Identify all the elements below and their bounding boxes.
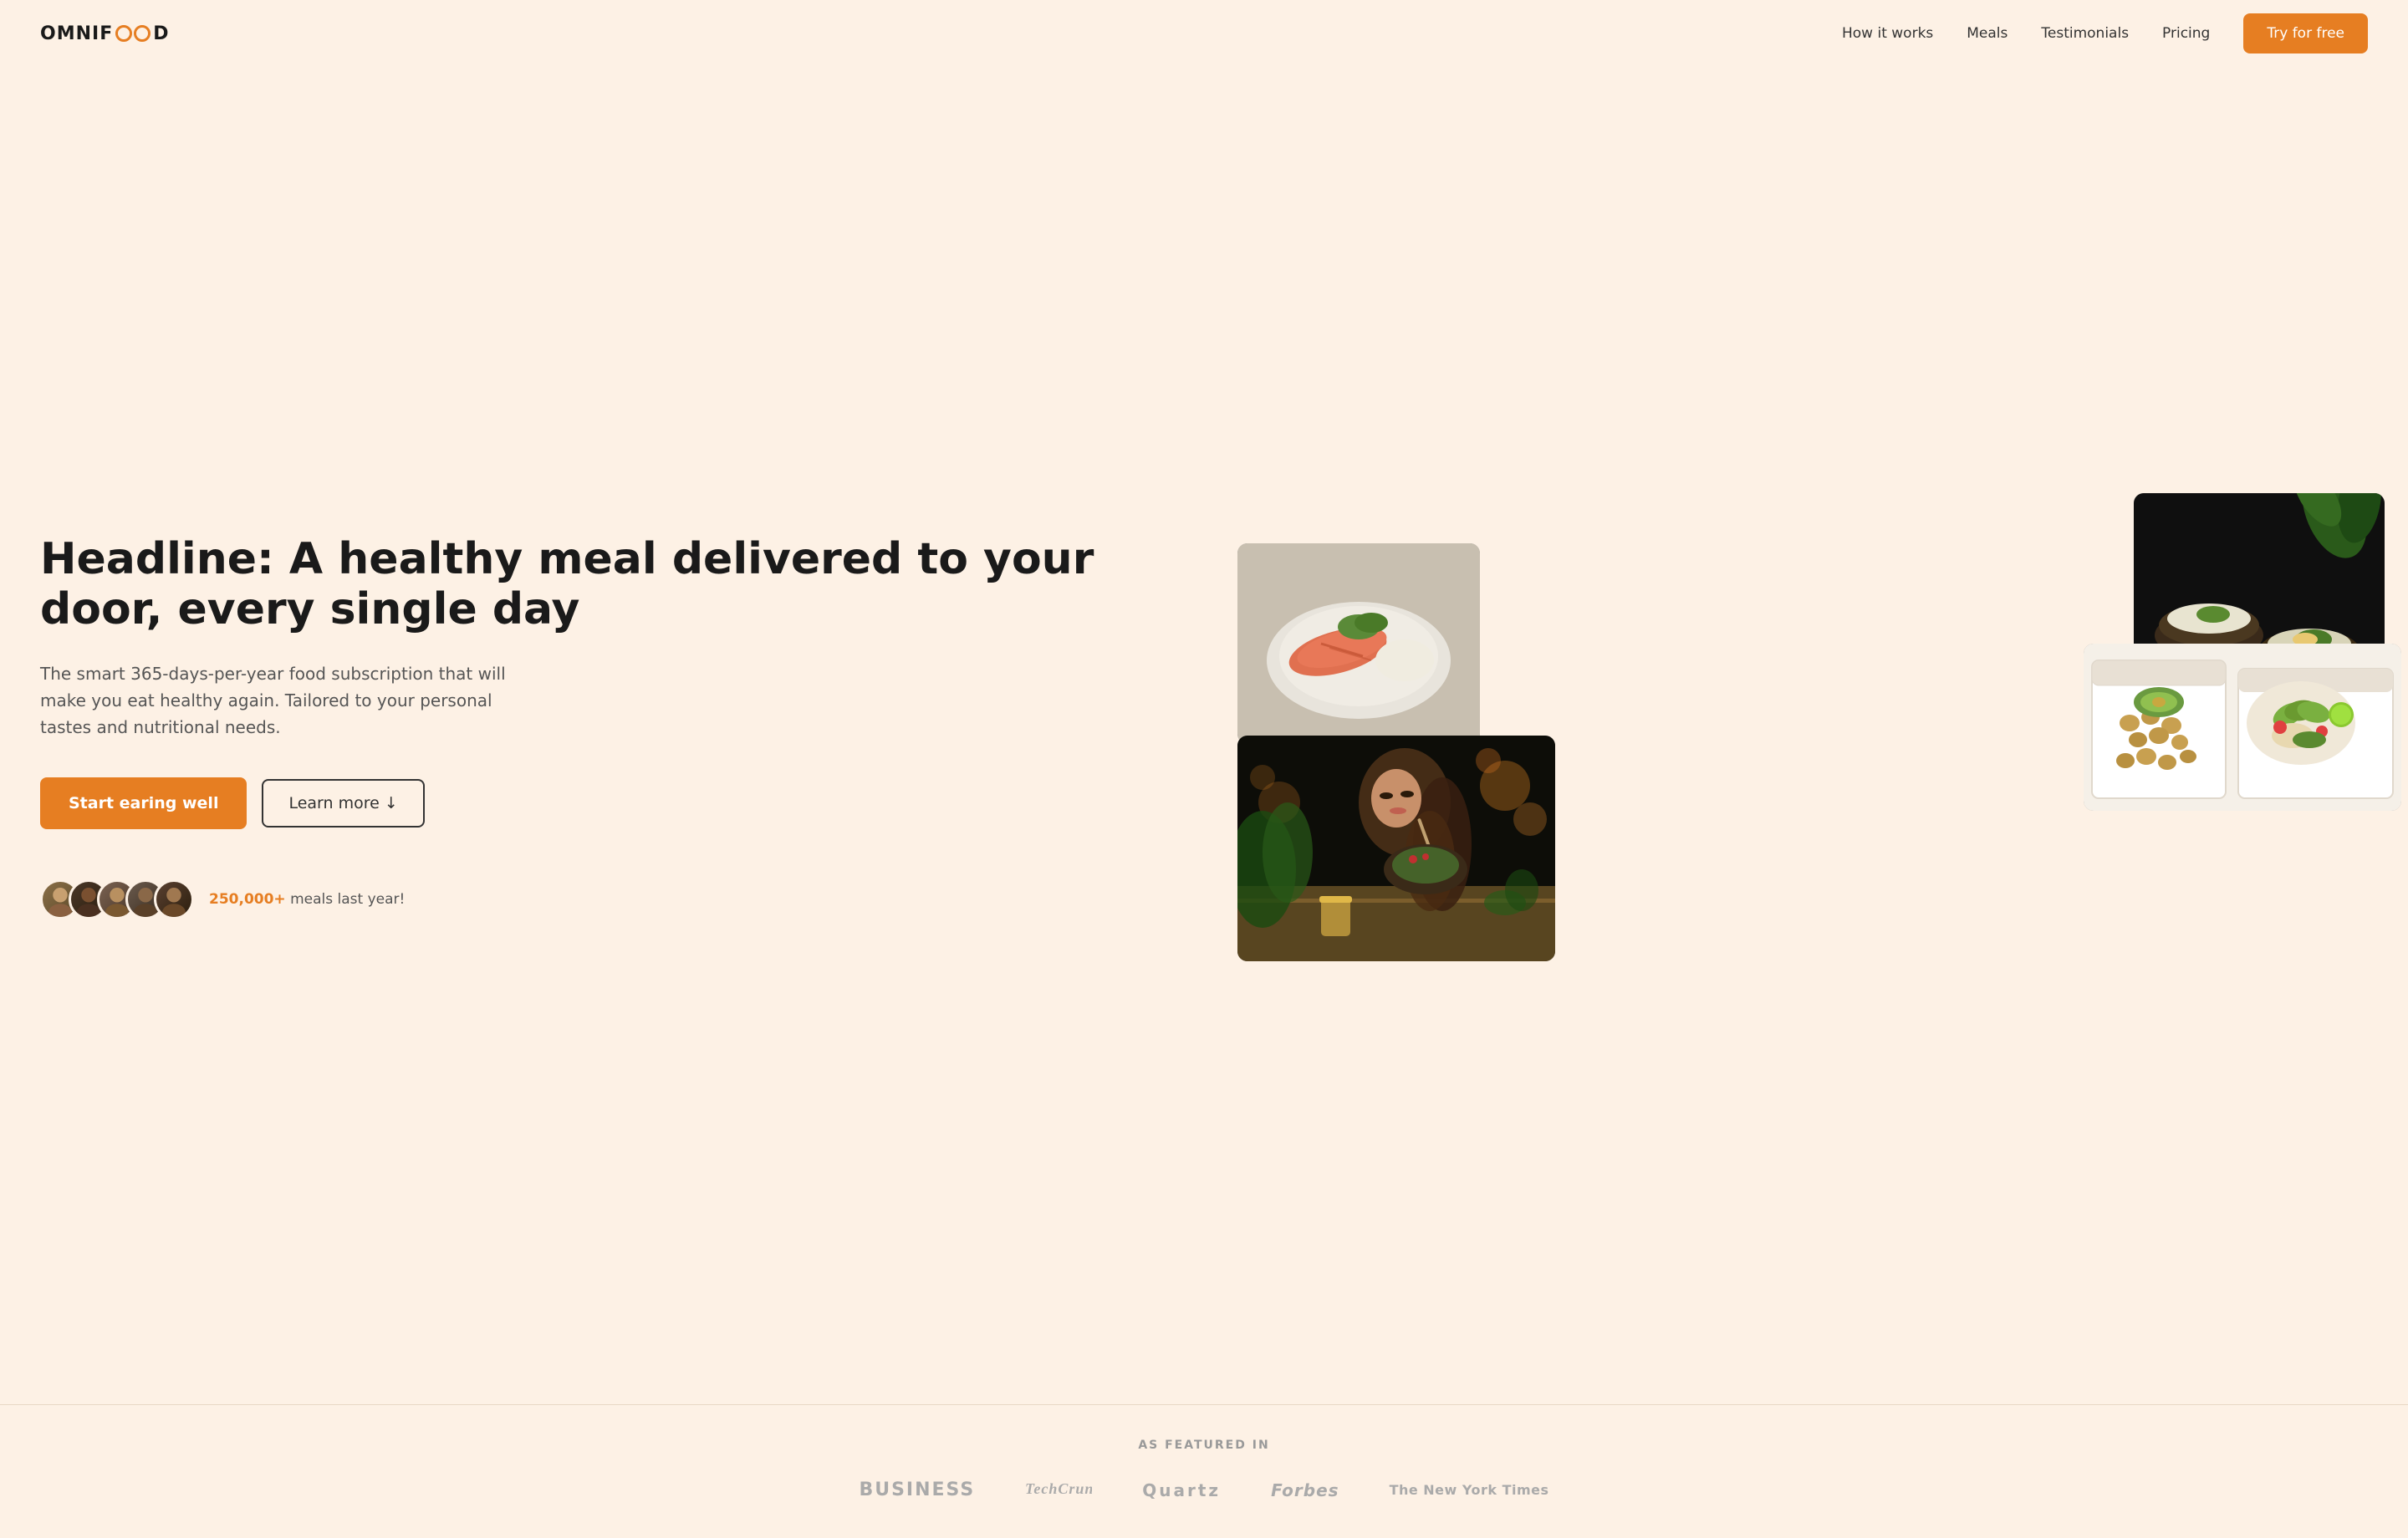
social-proof-suffix: meals last year! xyxy=(286,891,406,908)
logo-icon xyxy=(115,25,151,42)
nav-item-pricing[interactable]: Pricing xyxy=(2162,25,2210,42)
hero-content: Headline: A healthy meal delivered to yo… xyxy=(40,535,1204,919)
nav-link-how-it-works[interactable]: How it works xyxy=(1842,25,1933,42)
logo: OMNIF D xyxy=(40,23,170,44)
nav-item-how-it-works[interactable]: How it works xyxy=(1842,25,1933,42)
hero-title: Headline: A healthy meal delivered to yo… xyxy=(40,535,1204,635)
start-eating-well-button[interactable]: Start earing well xyxy=(40,777,247,829)
featured-logo-0: BUSINESS xyxy=(859,1479,975,1500)
featured-label: AS FEATURED IN xyxy=(40,1439,2368,1452)
avatar-5 xyxy=(154,879,194,919)
nav-cta-button[interactable]: Try for free xyxy=(2243,13,2368,53)
navbar: OMNIF D How it works Meals Testimonials … xyxy=(0,0,2408,67)
learn-more-button[interactable]: Learn more ↓ xyxy=(262,779,424,828)
hero-section: Headline: A healthy meal delivered to yo… xyxy=(0,67,2408,1404)
food-image-containers xyxy=(2084,644,2401,811)
logo-circle-left xyxy=(115,25,132,42)
featured-logos: BUSINESS TechCrunch Quartz Forbes The Ne… xyxy=(40,1475,2368,1505)
nav-links: How it works Meals Testimonials Pricing … xyxy=(1842,25,2368,42)
meal-count: 250,000+ xyxy=(209,891,286,908)
nav-item-testimonials[interactable]: Testimonials xyxy=(2041,25,2129,42)
hero-images xyxy=(1237,493,2401,961)
featured-logo-4: The New York Times xyxy=(1390,1482,1549,1498)
image-collage xyxy=(1237,493,2401,961)
hero-description: The smart 365-days-per-year food subscri… xyxy=(40,660,508,741)
featured-section: AS FEATURED IN BUSINESS TechCrunch Quart… xyxy=(0,1404,2408,1538)
social-proof-text: 250,000+ meals last year! xyxy=(209,891,405,908)
social-proof: 250,000+ meals last year! xyxy=(40,879,1204,919)
nav-item-meals[interactable]: Meals xyxy=(1967,25,2008,42)
nav-link-meals[interactable]: Meals xyxy=(1967,25,2008,42)
featured-logo-3: Forbes xyxy=(1271,1480,1339,1500)
logo-text-after: D xyxy=(153,23,169,44)
featured-logo-2: Quartz xyxy=(1142,1480,1221,1500)
logo-text-before: OMNIF xyxy=(40,23,113,44)
food-image-salmon xyxy=(1237,543,1480,744)
nav-link-pricing[interactable]: Pricing xyxy=(2162,25,2210,42)
svg-text:TechCrunch: TechCrunch xyxy=(1025,1480,1092,1497)
featured-logo-1: TechCrunch xyxy=(1025,1475,1092,1505)
nav-link-testimonials[interactable]: Testimonials xyxy=(2041,25,2129,42)
nav-cta-item[interactable]: Try for free xyxy=(2243,25,2368,42)
avatars xyxy=(40,879,194,919)
logo-circle-right xyxy=(134,25,150,42)
food-image-woman xyxy=(1237,736,1555,961)
hero-buttons: Start earing well Learn more ↓ xyxy=(40,777,1204,829)
